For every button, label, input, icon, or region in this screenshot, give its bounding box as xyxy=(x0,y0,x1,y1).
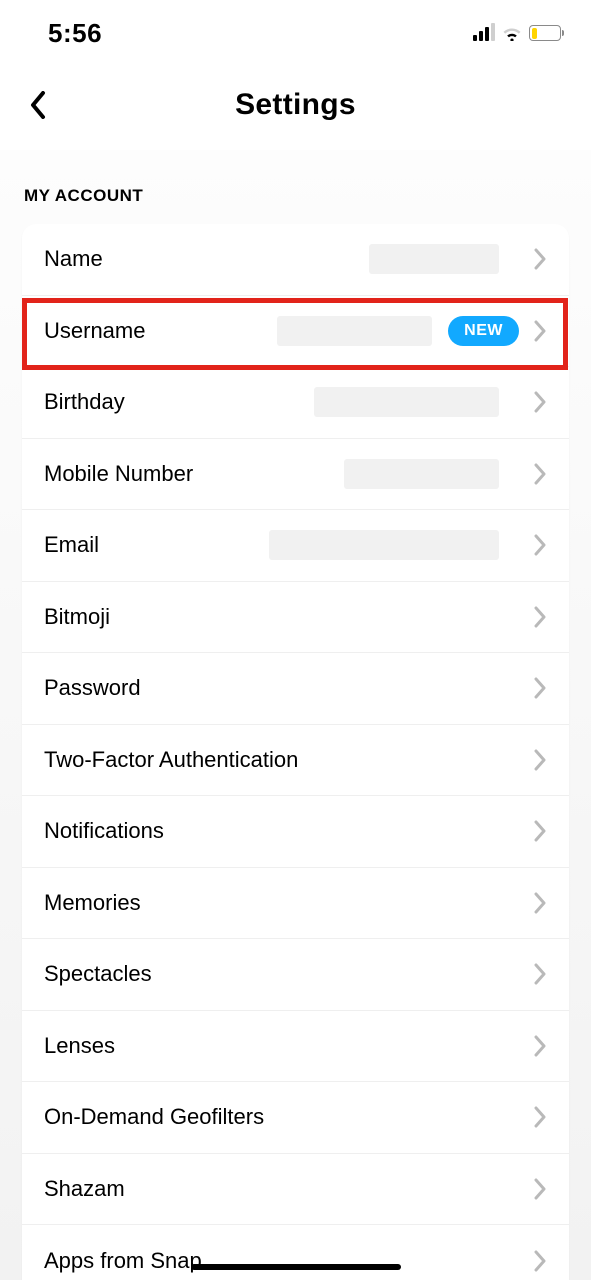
chevron-right-icon xyxy=(529,606,551,628)
row-username[interactable]: Username NEW xyxy=(22,296,569,368)
back-button[interactable] xyxy=(18,85,58,125)
chevron-right-icon xyxy=(529,820,551,842)
row-notifications[interactable]: Notifications xyxy=(22,796,569,868)
row-label: Username xyxy=(44,318,145,344)
status-bar: 5:56 xyxy=(0,0,591,60)
row-label: Password xyxy=(44,675,141,701)
row-label: Name xyxy=(44,246,103,272)
row-label: Shazam xyxy=(44,1176,125,1202)
row-two-factor-auth[interactable]: Two-Factor Authentication xyxy=(22,725,569,797)
row-label: Bitmoji xyxy=(44,604,110,630)
chevron-right-icon xyxy=(529,391,551,413)
header: Settings xyxy=(0,60,591,150)
wifi-icon xyxy=(501,25,523,41)
row-birthday[interactable]: Birthday xyxy=(22,367,569,439)
row-label: Lenses xyxy=(44,1033,115,1059)
row-value-redacted xyxy=(277,316,432,346)
chevron-right-icon xyxy=(529,963,551,985)
section-label-my-account: MY ACCOUNT xyxy=(0,150,591,224)
row-label: Spectacles xyxy=(44,961,152,987)
row-shazam[interactable]: Shazam xyxy=(22,1154,569,1226)
row-label: Memories xyxy=(44,890,141,916)
row-label: Apps from Snap xyxy=(44,1248,202,1274)
page-title: Settings xyxy=(235,88,356,122)
row-label: Notifications xyxy=(44,818,164,844)
row-bitmoji[interactable]: Bitmoji xyxy=(22,582,569,654)
row-label: Two-Factor Authentication xyxy=(44,747,298,773)
row-label: Email xyxy=(44,532,99,558)
chevron-left-icon xyxy=(29,91,47,119)
row-password[interactable]: Password xyxy=(22,653,569,725)
row-value-redacted xyxy=(269,530,499,560)
row-email[interactable]: Email xyxy=(22,510,569,582)
new-badge: NEW xyxy=(448,316,519,346)
row-mobile-number[interactable]: Mobile Number xyxy=(22,439,569,511)
chevron-right-icon xyxy=(529,463,551,485)
chevron-right-icon xyxy=(529,892,551,914)
chevron-right-icon xyxy=(529,248,551,270)
row-label: Mobile Number xyxy=(44,461,193,487)
row-spectacles[interactable]: Spectacles xyxy=(22,939,569,1011)
cellular-signal-icon xyxy=(473,25,495,41)
chevron-right-icon xyxy=(529,749,551,771)
chevron-right-icon xyxy=(529,534,551,556)
chevron-right-icon xyxy=(529,1250,551,1272)
row-apps-from-snap[interactable]: Apps from Snap xyxy=(22,1225,569,1280)
battery-icon xyxy=(529,25,561,41)
chevron-right-icon xyxy=(529,1035,551,1057)
settings-content: MY ACCOUNT Name Username NEW Birthday xyxy=(0,150,591,1280)
row-label: On-Demand Geofilters xyxy=(44,1104,264,1130)
my-account-card: Name Username NEW Birthday xyxy=(22,224,569,1280)
row-value-redacted xyxy=(369,244,499,274)
row-name[interactable]: Name xyxy=(22,224,569,296)
row-value-redacted xyxy=(314,387,499,417)
row-lenses[interactable]: Lenses xyxy=(22,1011,569,1083)
row-geofilters[interactable]: On-Demand Geofilters xyxy=(22,1082,569,1154)
row-value-redacted xyxy=(344,459,499,489)
chevron-right-icon xyxy=(529,1106,551,1128)
row-memories[interactable]: Memories xyxy=(22,868,569,940)
home-indicator xyxy=(191,1264,401,1270)
status-icons xyxy=(473,25,561,41)
chevron-right-icon xyxy=(529,1178,551,1200)
chevron-right-icon xyxy=(529,320,551,342)
row-label: Birthday xyxy=(44,389,125,415)
chevron-right-icon xyxy=(529,677,551,699)
status-time: 5:56 xyxy=(48,18,102,49)
